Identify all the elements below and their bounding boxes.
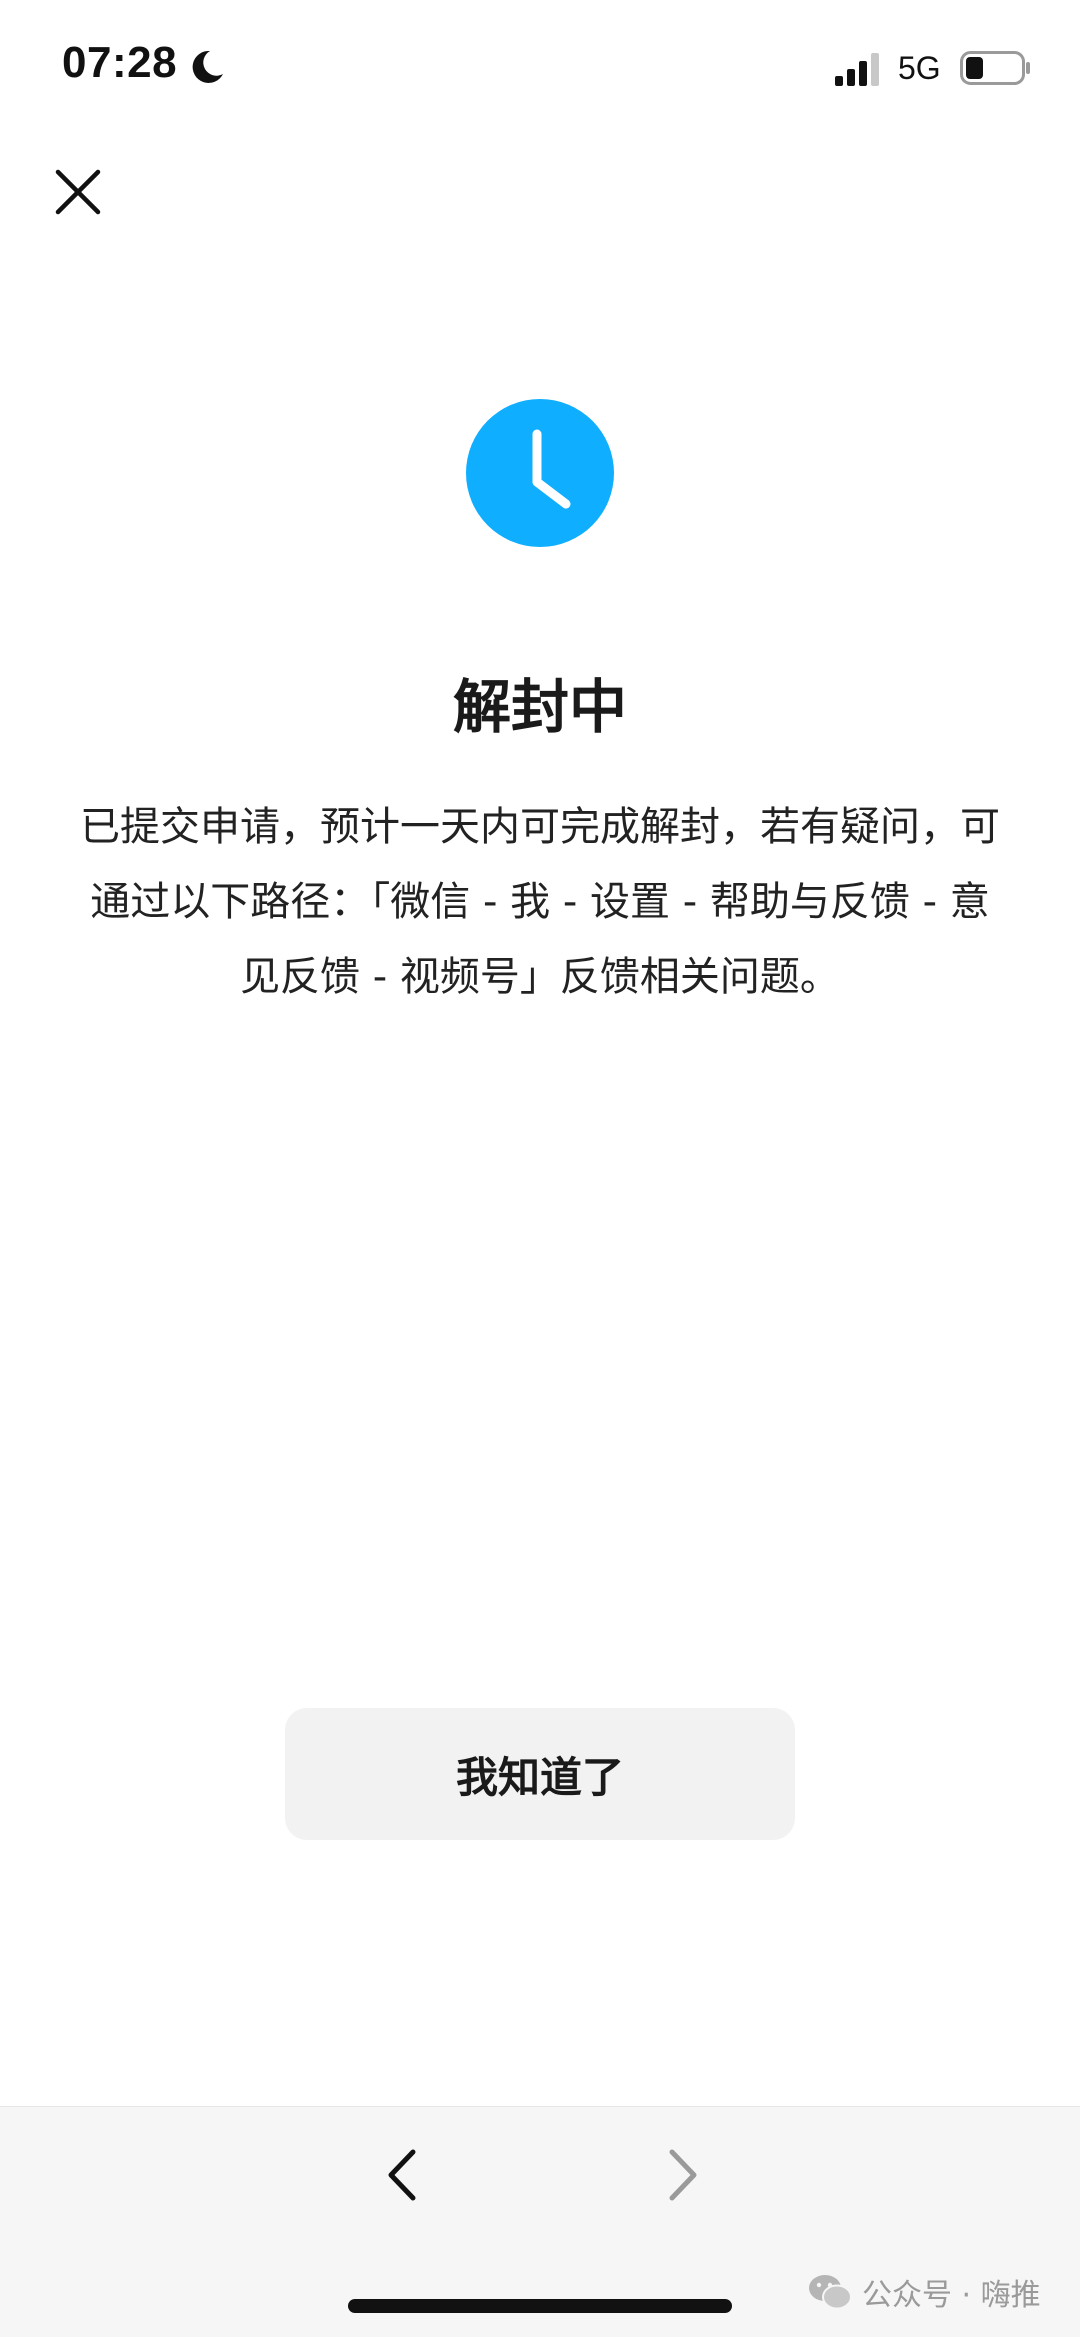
watermark: 公众号 · 嗨推	[808, 2270, 1041, 2314]
description-text: 已提交申请，预计一天内可完成解封，若有疑问，可通过以下路径：「微信 - 我 - …	[80, 804, 1000, 1000]
status-bar: 07:28 5G	[0, 0, 1080, 130]
battery-icon	[960, 51, 1030, 85]
close-icon[interactable]	[46, 160, 110, 224]
watermark-text: 公众号 · 嗨推	[862, 2278, 1041, 2313]
clock-icon	[466, 399, 614, 547]
signal-icon	[835, 53, 879, 86]
home-indicator[interactable]	[348, 2299, 732, 2313]
page: 07:28 5G 解封中 已提交申请，预计一天内可完成解封，若有疑问，可通过以下…	[0, 0, 1080, 2337]
wechat-icon	[809, 2275, 852, 2310]
network-label: 5G	[898, 50, 941, 86]
chevron-right-icon[interactable]	[650, 2140, 710, 2210]
chevron-left-icon[interactable]	[375, 2140, 435, 2210]
status-time: 07:28	[62, 38, 178, 87]
page-title: 解封中	[452, 673, 627, 741]
acknowledge-button[interactable]: 我知道了	[285, 1708, 795, 1840]
moon-icon	[192, 50, 223, 83]
